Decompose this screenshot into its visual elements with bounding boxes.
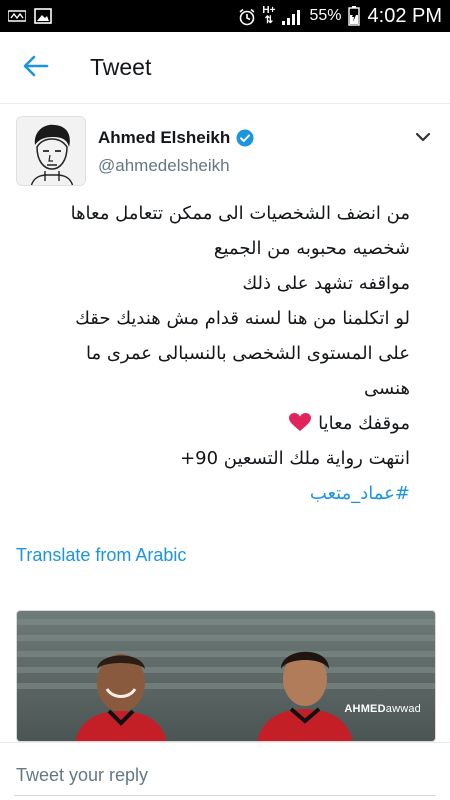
- tweet-line: هنسى: [364, 378, 410, 399]
- watermark-bold: AHMED: [344, 703, 386, 715]
- app-bar: Tweet: [0, 32, 450, 104]
- reply-input[interactable]: [16, 761, 434, 789]
- tweet-line: انتهت رواية ملك التسعين 90+: [180, 448, 410, 469]
- data-arrows-icon: ⇅: [264, 15, 274, 26]
- translate-link[interactable]: Translate from Arabic: [16, 545, 186, 566]
- signal-strength-icon: [281, 8, 303, 25]
- gallery-notification-icon: [34, 8, 52, 24]
- tweet-options-chevron-down-icon[interactable]: [412, 126, 434, 148]
- battery-charging-icon: [347, 6, 360, 26]
- tweet-line: من انضف الشخصيات الى ممكن تتعامل معاها: [70, 203, 410, 224]
- tweet-line: شخصيه محبوبه من الجميع: [213, 238, 410, 259]
- heart-emoji-icon: [288, 409, 312, 431]
- page-title: Tweet: [90, 54, 152, 80]
- author-display-name[interactable]: Ahmed Elsheikh: [98, 128, 230, 148]
- alarm-icon: [238, 8, 256, 26]
- tweet-line: على المستوى الشخصى بالنسبالى عمرى ما: [85, 343, 410, 364]
- hashtag-link[interactable]: #عماد_متعب: [310, 483, 410, 504]
- status-bar: H+ ⇅ 55% 4:02 PM: [0, 0, 450, 32]
- watermark-thin: awwad: [385, 703, 421, 715]
- verified-badge-icon: [236, 129, 254, 147]
- back-arrow-icon: [23, 55, 49, 81]
- tweet-line: مواقفه تشهد على ذلك: [242, 273, 410, 294]
- reply-bar: [0, 742, 450, 800]
- tweet-line-with-heart: موقفك معايا: [14, 406, 410, 441]
- back-button[interactable]: [0, 32, 72, 104]
- tweet-line: لو اتكلمنا من هنا لسنه قدام مش هنديك حقك: [75, 308, 410, 329]
- status-bar-right: H+ ⇅ 55% 4:02 PM: [238, 5, 442, 28]
- tweet-author-header: Ahmed Elsheikh @ahmedelsheikh: [16, 116, 436, 188]
- author-handle[interactable]: @ahmedelsheikh: [98, 156, 254, 176]
- author-names: Ahmed Elsheikh @ahmedelsheikh: [98, 116, 254, 188]
- media-watermark: AHMEDawwad: [344, 703, 421, 715]
- battery-percent: 55%: [309, 7, 342, 24]
- tweet-line: موقفك معايا: [318, 413, 410, 434]
- status-bar-left: [7, 8, 52, 24]
- clock-time: 4:02 PM: [367, 4, 442, 27]
- vodafone-notification-icon: [7, 8, 27, 24]
- tweet-media-image[interactable]: AHMEDawwad: [16, 610, 436, 742]
- tweet-text: من انضف الشخصيات الى ممكن تتعامل معاها ش…: [14, 196, 410, 511]
- reply-input-underline: [14, 795, 436, 796]
- display-name-row: Ahmed Elsheikh: [98, 128, 254, 148]
- hashtag-line: #عماد_متعب: [14, 476, 410, 511]
- avatar[interactable]: [16, 116, 86, 186]
- network-type-label: H+ ⇅: [262, 6, 275, 26]
